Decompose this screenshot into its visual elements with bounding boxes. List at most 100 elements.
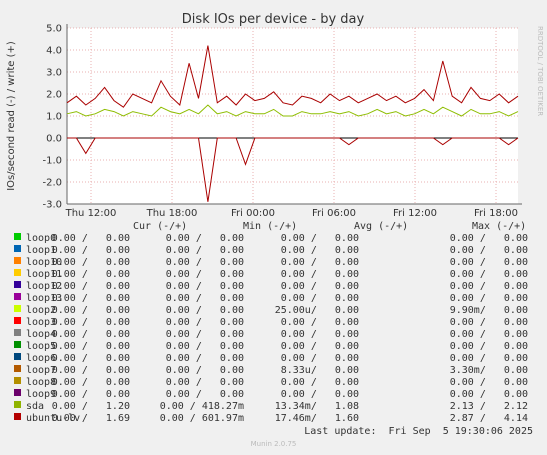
legend-swatch — [14, 329, 21, 336]
legend-avg: 0.00 / 0.00 — [280, 233, 359, 244]
legend-row: loop5 0.00 / 0.00 0.00 / 0.00 0.00 / 0.00 0.… — [0, 341, 547, 353]
last-update: Last update: Fri Sep 5 19:30:06 2025 — [304, 426, 533, 437]
y-tick-label: 0.0 — [46, 134, 62, 145]
legend-cur: 0.00 / 0.00 — [51, 233, 130, 244]
legend-min: 0.00 / 0.00 — [165, 257, 244, 268]
legend-min: 0.00 / 418.27m — [159, 401, 244, 412]
legend-avg: 13.34m/ 1.08 — [274, 401, 359, 412]
legend-min: 0.00 / 0.00 — [165, 365, 244, 376]
legend-header: Cur (-/+) Min (-/+) Avg (-/+) Max (-/+) — [0, 221, 547, 233]
legend-min: 0.00 / 601.97m — [159, 413, 244, 424]
legend-avg: 0.00 / 0.00 — [280, 389, 359, 400]
legend-max: 9.90m/ 0.00 — [449, 305, 528, 316]
legend-cur: 0.00 / 0.00 — [51, 305, 130, 316]
legend-cur: 0.00 / 0.00 — [51, 353, 130, 364]
legend-row: loop11 0.00 / 0.00 0.00 / 0.00 0.00 / 0.00 0… — [0, 269, 547, 281]
legend-avg: 8.33u/ 0.00 — [280, 365, 359, 376]
x-tick-label: Fri 18:00 — [474, 208, 518, 219]
legend-swatch — [14, 377, 21, 384]
legend-min: 0.00 / 0.00 — [165, 269, 244, 280]
legend-max: 0.00 / 0.00 — [449, 257, 528, 268]
legend-name: sda — [26, 401, 45, 412]
legend-min: 0.00 / 0.00 — [165, 341, 244, 352]
legend-cur: 0.00 / 0.00 — [51, 365, 130, 376]
legend-cur: 0.00 / 0.00 — [51, 377, 130, 388]
legend-cur: 0.00 / 0.00 — [51, 257, 130, 268]
legend-avg: 0.00 / 0.00 — [280, 293, 359, 304]
x-tick-label: Thu 18:00 — [146, 208, 198, 219]
legend-cur: 0.00 / 0.00 — [51, 329, 130, 340]
legend-max: 2.87 / 4.14 — [449, 413, 528, 424]
x-tick-label: Thu 12:00 — [65, 208, 117, 219]
legend-swatch — [14, 389, 21, 396]
legend-avg: 0.00 / 0.00 — [280, 257, 359, 268]
legend-max: 0.00 / 0.00 — [449, 269, 528, 280]
y-tick-label: 5.0 — [46, 24, 62, 35]
legend-max: 0.00 / 0.00 — [449, 233, 528, 244]
legend-row: loop12 0.00 / 0.00 0.00 / 0.00 0.00 / 0.00 0… — [0, 281, 547, 293]
legend-min: 0.00 / 0.00 — [165, 353, 244, 364]
legend-row: loop3 0.00 / 0.00 0.00 / 0.00 0.00 / 0.00 0.… — [0, 317, 547, 329]
y-tick-label: 2.0 — [46, 90, 62, 101]
legend-cur: 0.00 / 0.00 — [51, 389, 130, 400]
header-min: Min (-/+) — [243, 221, 298, 232]
legend-cur: 0.00 / 1.69 — [51, 413, 130, 424]
rrdtool-credit: RRDTOOL / TOBI OETIKER — [536, 26, 544, 116]
legend-avg: 0.00 / 0.00 — [280, 377, 359, 388]
legend-cur: 0.00 / 0.00 — [51, 293, 130, 304]
x-tick-label: Fri 06:00 — [312, 208, 356, 219]
munin-version: Munin 2.0.75 — [250, 440, 297, 448]
y-tick-label: 4.0 — [46, 46, 62, 57]
legend-max: 0.00 / 0.00 — [449, 245, 528, 256]
legend-min: 0.00 / 0.00 — [165, 293, 244, 304]
y-tick-label: -3.0 — [42, 200, 62, 211]
legend-avg: 17.46m/ 1.60 — [274, 413, 359, 424]
legend-swatch — [14, 281, 21, 288]
legend-max: 0.00 / 0.00 — [449, 329, 528, 340]
legend-max: 0.00 / 0.00 — [449, 317, 528, 328]
legend-max: 0.00 / 0.00 — [449, 353, 528, 364]
legend-min: 0.00 / 0.00 — [165, 281, 244, 292]
legend-avg: 25.00u/ 0.00 — [274, 305, 359, 316]
legend-swatch — [14, 353, 21, 360]
legend-row: loop9 0.00 / 0.00 0.00 / 0.00 0.00 / 0.00 0.… — [0, 389, 547, 401]
legend-row: loop0 0.00 / 0.00 0.00 / 0.00 0.00 / 0.00 0.… — [0, 233, 547, 245]
legend-row: sda 0.00 / 1.20 0.00 / 418.27m 13.34m/ 1.08… — [0, 401, 547, 413]
x-tick-label: Fri 00:00 — [231, 208, 275, 219]
legend-avg: 0.00 / 0.00 — [280, 245, 359, 256]
legend-swatch — [14, 293, 21, 300]
legend-row: loop8 0.00 / 0.00 0.00 / 0.00 0.00 / 0.00 0.… — [0, 377, 547, 389]
legend-min: 0.00 / 0.00 — [165, 305, 244, 316]
legend-swatch — [14, 413, 21, 420]
chart: 5.0 4.0 3.0 2.0 1.0 0.0 -1.0 -2.0 -3.0Thu 12:00 T… — [6, 12, 544, 219]
legend-row: loop13 0.00 / 0.00 0.00 / 0.00 0.00 / 0.00 0… — [0, 293, 547, 305]
legend-swatch — [14, 317, 21, 324]
legend-cur: 0.00 / 0.00 — [51, 341, 130, 352]
legend-swatch — [14, 341, 21, 348]
legend-avg: 0.00 / 0.00 — [280, 269, 359, 280]
legend-max: 0.00 / 0.00 — [449, 389, 528, 400]
legend-row: loop10 0.00 / 0.00 0.00 / 0.00 0.00 / 0.00 0… — [0, 257, 547, 269]
header-avg: Avg (-/+) — [354, 221, 409, 232]
legend-max: 2.13 / 2.12 — [449, 401, 528, 412]
legend-avg: 0.00 / 0.00 — [280, 341, 359, 352]
legend-min: 0.00 / 0.00 — [165, 245, 244, 256]
legend-cur: 0.00 / 0.00 — [51, 245, 130, 256]
legend-avg: 0.00 / 0.00 — [280, 317, 359, 328]
legend-avg: 0.00 / 0.00 — [280, 353, 359, 364]
y-axis-label: IOs/second read (-) / write (+) — [6, 41, 17, 191]
y-tick-label: -1.0 — [42, 156, 62, 167]
legend-row: loop6 0.00 / 0.00 0.00 / 0.00 0.00 / 0.00 0.… — [0, 353, 547, 365]
legend-swatch — [14, 269, 21, 276]
header-cur: Cur (-/+) — [133, 221, 188, 232]
legend-max: 0.00 / 0.00 — [449, 341, 528, 352]
legend-avg: 0.00 / 0.00 — [280, 329, 359, 340]
legend-row: ubuntu-lv 0.00 / 1.69 0.00 / 601.97m 17.46m… — [0, 413, 547, 425]
chart-title: Disk IOs per device - by day — [182, 12, 365, 27]
y-tick-label: -2.0 — [42, 178, 62, 189]
legend-cur: 0.00 / 1.20 — [51, 401, 130, 412]
legend-row: loop1 0.00 / 0.00 0.00 / 0.00 0.00 / 0.00 0.… — [0, 245, 547, 257]
legend-swatch — [14, 305, 21, 312]
header-max: Max (-/+) — [472, 221, 527, 232]
legend-cur: 0.00 / 0.00 — [51, 317, 130, 328]
